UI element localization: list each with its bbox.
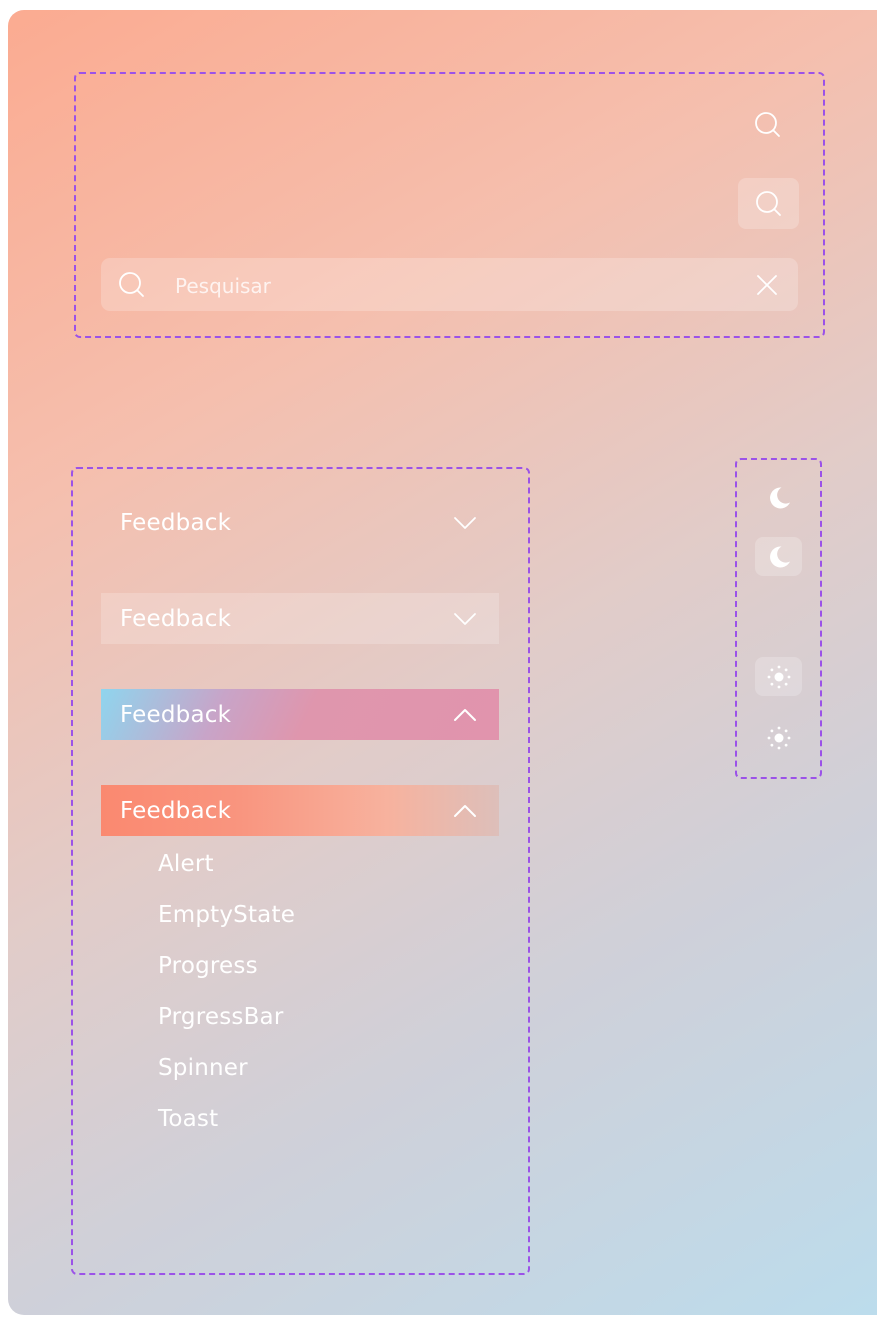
search-icon [755, 190, 781, 216]
accordion-header-plain[interactable]: Feedback [101, 497, 499, 548]
chevron-up-icon [454, 804, 476, 817]
light-mode-toggle-glass[interactable] [755, 657, 802, 696]
accordion-sub-item-progress[interactable]: Progress [158, 953, 258, 979]
chevron-down-icon [454, 612, 476, 625]
accordion-header-gradient-coral[interactable]: Feedback [101, 785, 499, 836]
accordion-components-frame [71, 467, 530, 1275]
search-icon-button-plain[interactable] [745, 102, 791, 148]
search-icon [755, 112, 780, 137]
search-icon [117, 270, 147, 304]
light-mode-toggle-plain[interactable] [755, 718, 802, 757]
accordion-header-glass[interactable]: Feedback [101, 593, 499, 644]
search-input[interactable] [173, 258, 737, 313]
accordion-sub-item-emptystate[interactable]: EmptyState [158, 902, 295, 928]
accordion-label: Feedback [120, 701, 232, 728]
sun-icon [767, 726, 790, 749]
clear-search-button[interactable] [756, 274, 778, 300]
accordion-header-gradient-blue[interactable]: Feedback [101, 689, 499, 740]
moon-icon [769, 486, 790, 508]
accordion-sub-item-spinner[interactable]: Spinner [158, 1055, 248, 1081]
accordion-label: Feedback [120, 797, 232, 824]
search-bar [101, 258, 798, 313]
accordion-label: Feedback [120, 605, 232, 632]
accordion-sub-item-toast[interactable]: Toast [158, 1106, 218, 1132]
moon-icon [769, 545, 790, 567]
chevron-up-icon [454, 708, 476, 721]
search-icon-button-glass[interactable] [738, 178, 799, 229]
close-icon [757, 275, 777, 295]
accordion-sub-item-progressbar[interactable]: PrgressBar [158, 1004, 284, 1030]
accordion-sub-item-alert[interactable]: Alert [158, 851, 214, 877]
accordion-label: Feedback [120, 509, 232, 536]
sun-icon [767, 665, 790, 688]
dark-mode-toggle-glass[interactable] [755, 537, 802, 576]
chevron-down-icon [454, 516, 476, 529]
dark-mode-toggle-plain[interactable] [755, 478, 802, 517]
